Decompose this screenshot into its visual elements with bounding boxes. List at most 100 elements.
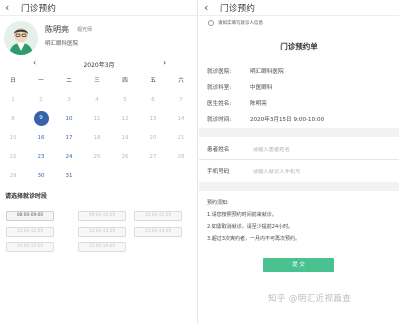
doctor-title: 视光师 xyxy=(77,27,93,33)
calendar-week-row: 8 9 10 11 12 13 14 xyxy=(0,111,197,131)
calendar-day: 3 xyxy=(67,97,71,103)
calendar-day[interactable]: 10 xyxy=(59,112,79,126)
appointment-form-panel: ‹ 门诊预约 请如实填写就诊人信息 门诊预约单 就诊医院: 明汇眼科医院 就诊科室… xyxy=(199,0,399,323)
phone-label: 手机号码 xyxy=(207,169,230,175)
time-slot-button[interactable]: 08:00-09:00 xyxy=(6,211,54,221)
doctor-name: 陈明亮 xyxy=(45,25,69,34)
section-divider xyxy=(199,182,399,191)
appointment-notes: 预约须知: 1.请您按照预约时间前来就诊。 2.如需取消就诊，请至少提前24小时… xyxy=(207,197,300,245)
calendar-day: 14 xyxy=(177,116,185,122)
info-label: 就诊科室: xyxy=(207,85,232,91)
calendar-day: 28 xyxy=(177,154,185,160)
calendar-day[interactable]: 23 xyxy=(31,150,51,164)
patient-name-label: 患者姓名 xyxy=(207,147,230,153)
phone-input[interactable] xyxy=(252,169,373,175)
calendar-day[interactable]: 24 xyxy=(59,150,79,164)
weekday-label: 五 xyxy=(150,78,156,84)
note-item: 1.请您按照预约时间前来就诊。 xyxy=(207,212,277,218)
time-slot-button[interactable]: 14:00-15:00 xyxy=(6,242,54,252)
calendar-day: 15 xyxy=(9,135,17,141)
calendar-day-selected[interactable]: 9 xyxy=(31,111,51,126)
notice-radio-icon[interactable] xyxy=(208,20,214,26)
calendar-day: 13 xyxy=(149,116,157,122)
patient-name-row: 患者姓名 xyxy=(207,145,393,153)
patient-name-input[interactable] xyxy=(252,147,373,153)
calendar-day: 20 xyxy=(149,135,157,141)
info-value: 中医眼科 xyxy=(250,85,273,91)
info-hospital: 就诊医院: 明汇眼科医院 xyxy=(207,67,284,75)
next-month-icon[interactable]: › xyxy=(163,58,166,67)
field-divider xyxy=(199,159,399,160)
doctor-avatar-icon xyxy=(4,21,38,55)
calendar-day: 8 xyxy=(11,116,15,122)
calendar-day: 19 xyxy=(121,135,129,141)
left-header: ‹ 门诊预约 xyxy=(0,0,197,16)
note-item: 2.如需取消就诊，请至少提前24小时。 xyxy=(207,224,294,230)
info-time: 就诊时间: 2020年3月15日 9:00-10:00 xyxy=(207,115,324,123)
calendar-week-row: 22 23 24 25 26 27 28 xyxy=(0,150,197,169)
appointment-calendar-panel: ‹ 门诊预约 陈明亮 视光师 明汇眼科医院 ‹ 2020年3月 › 日 一 二 三 四 五… xyxy=(0,0,198,323)
notice-row[interactable]: 请如实填写就诊人信息 xyxy=(204,20,263,26)
note-item: 3.超过3次爽约者，一月内不可再次预约。 xyxy=(207,236,300,242)
info-label: 就诊医院: xyxy=(207,69,232,75)
weekday-header: 日一二三四五六 xyxy=(0,74,197,93)
form-title: 门诊预约单 xyxy=(280,42,318,51)
calendar-day: 1 xyxy=(11,97,15,103)
right-header: ‹ 门诊预约 xyxy=(199,0,399,16)
calendar-day: 22 xyxy=(9,154,17,160)
calendar-week-row: 1 2 3 4 5 6 7 xyxy=(0,93,197,112)
calendar-day: 29 xyxy=(9,173,17,179)
notice-text: 请如实填写就诊人信息 xyxy=(218,21,263,26)
time-slot-button[interactable]: 15:00-16:00 xyxy=(78,242,126,252)
info-value: 2020年3月15日 9:00-10:00 xyxy=(250,117,325,123)
info-department: 就诊科室: 中医眼科 xyxy=(207,83,272,91)
submit-button[interactable]: 提 交 xyxy=(263,258,334,272)
section-divider xyxy=(199,128,399,137)
back-icon[interactable]: ‹ xyxy=(5,1,17,15)
time-slot-button[interactable]: 09:00-10:00 xyxy=(78,211,126,221)
calendar-grid: 日一二三四五六 1 2 3 4 5 6 7 8 9 10 11 12 13 14 15 16 17 18 19 20 21… xyxy=(0,74,197,188)
page-title: 门诊预约 xyxy=(220,3,256,14)
weekday-label: 四 xyxy=(122,78,128,84)
slot-section-title: 请选择就诊时段 xyxy=(5,193,48,200)
time-slot-button[interactable]: 12:00-13:00 xyxy=(78,227,126,237)
info-label: 医生姓名: xyxy=(207,101,232,107)
calendar-day: 21 xyxy=(177,135,185,141)
calendar-day: 6 xyxy=(151,97,155,103)
current-month: 2020年3月 xyxy=(83,62,115,69)
month-navigator: ‹ 2020年3月 › xyxy=(0,58,197,69)
page-title: 门诊预约 xyxy=(21,3,57,14)
calendar-day: 25 xyxy=(93,154,101,160)
calendar-day[interactable]: 17 xyxy=(59,131,79,145)
calendar-week-row: 15 16 17 18 19 20 21 xyxy=(0,131,197,150)
calendar-day: 5 xyxy=(123,97,127,103)
notes-title: 预约须知: xyxy=(207,200,229,206)
calendar-day[interactable]: 30 xyxy=(31,169,51,183)
weekday-label: 一 xyxy=(38,78,44,84)
calendar-day[interactable]: 31 xyxy=(59,169,79,183)
weekday-label: 日 xyxy=(10,78,16,84)
info-doctor: 医生姓名: 陈明亮 xyxy=(207,99,267,107)
calendar-week-row: 29 30 31 xyxy=(0,169,197,188)
watermark: 知乎 @明汇近视篇查 xyxy=(268,294,352,304)
calendar-day: 26 xyxy=(121,154,129,160)
selected-day-marker[interactable]: 9 xyxy=(33,111,49,126)
phone-row: 手机号码 xyxy=(207,167,393,175)
info-value: 明汇眼科医院 xyxy=(250,69,284,75)
info-value: 陈明亮 xyxy=(250,101,267,107)
weekday-label: 六 xyxy=(178,78,184,84)
calendar-day: 27 xyxy=(149,154,157,160)
calendar-day: 4 xyxy=(95,97,99,103)
back-icon[interactable]: ‹ xyxy=(204,1,216,15)
time-slot-button[interactable]: 13:00-14:00 xyxy=(134,227,182,237)
info-label: 就诊时间: xyxy=(207,117,232,123)
weekday-label: 三 xyxy=(94,78,100,84)
calendar-day[interactable]: 16 xyxy=(31,131,51,145)
calendar-day: 18 xyxy=(93,135,101,141)
calendar-day: 11 xyxy=(93,116,101,122)
time-slot-button[interactable]: 10:00-11:00 xyxy=(134,211,182,221)
calendar-day: 2 xyxy=(39,97,43,103)
weekday-label: 二 xyxy=(66,78,72,84)
time-slot-button[interactable]: 11:00-12:00 xyxy=(6,227,54,237)
calendar-day: 7 xyxy=(179,97,183,103)
